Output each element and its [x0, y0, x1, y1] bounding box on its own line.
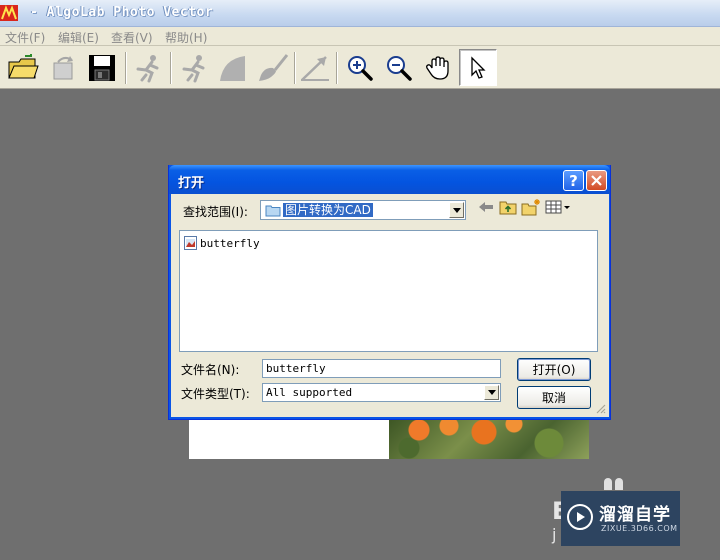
run-button[interactable] [130, 50, 166, 86]
zoom-out-button[interactable] [381, 50, 417, 86]
resize-grip-icon[interactable] [595, 403, 606, 414]
look-in-label: 查找范围(I): [183, 205, 248, 219]
open-button[interactable] [5, 50, 41, 86]
open-folder-icon [8, 54, 39, 79]
new-folder-button[interactable] [521, 198, 541, 216]
resize-button[interactable] [297, 50, 333, 86]
toolbar-separator [125, 52, 127, 84]
look-in-value: 图片转换为CAD [283, 203, 373, 217]
image-file-icon [184, 236, 197, 250]
rotate-button[interactable] [46, 50, 82, 86]
watermark-name: 溜溜自学 [599, 505, 671, 525]
zoom-in-icon [348, 56, 373, 81]
run-figure-icon [182, 55, 205, 83]
watermark-url: ZIXUE.3D66.COM [601, 524, 678, 533]
pan-button[interactable] [420, 50, 456, 86]
chevron-down-icon[interactable] [449, 202, 464, 218]
menu-edit[interactable]: 编辑(E) [58, 29, 99, 46]
watermark-ghost-glyph: j [552, 525, 557, 544]
dialog-title-bar[interactable]: 打开 ? [169, 165, 610, 194]
brush-button[interactable] [255, 50, 291, 86]
back-button[interactable] [476, 198, 496, 216]
folder-icon [265, 205, 281, 217]
cancel-button[interactable]: 取消 [517, 386, 591, 409]
list-item[interactable]: butterfly [184, 235, 260, 251]
file-list[interactable]: butterfly [179, 230, 598, 352]
question-mark-icon: ? [569, 171, 578, 190]
view-menu-button[interactable] [545, 198, 571, 216]
app-logo-icon [0, 3, 18, 23]
open-file-dialog: 打开 ? 查找范围(I): 图片转换为CAD butterfly 文件名(N):… [168, 165, 611, 420]
toolbar-separator [336, 52, 338, 84]
watermark-ghost-glyph [604, 478, 626, 490]
toolbar-separator [170, 52, 172, 84]
pointer-button[interactable] [459, 49, 497, 86]
fill-button[interactable] [215, 50, 251, 86]
dialog-title: 打开 [178, 176, 205, 191]
menu-bar: 文件(F) 编辑(E) 查看(V) 帮助(H) [0, 27, 720, 46]
look-in-combo[interactable]: 图片转换为CAD [260, 200, 466, 220]
zoom-out-icon [387, 56, 412, 81]
hand-pan-icon [426, 56, 449, 80]
menu-file[interactable]: 文件(F) [5, 29, 45, 46]
back-arrow-icon [479, 202, 493, 212]
open-button[interactable]: 打开(O) [517, 358, 591, 381]
dialog-body: 查找范围(I): 图片转换为CAD butterfly 文件名(N): butt… [172, 194, 609, 417]
app-title: - AlgoLab Photo Vector [30, 5, 214, 20]
resize-arrow-icon [301, 56, 329, 81]
toolbar [0, 46, 720, 89]
play-circle-icon [567, 504, 593, 530]
new-folder-icon [521, 199, 540, 216]
toolbar-separator [294, 52, 296, 84]
menu-help[interactable]: 帮助(H) [165, 29, 207, 46]
pointer-arrow-icon [471, 55, 486, 79]
canvas-vectorized-image [389, 418, 589, 459]
app-title-bar: - AlgoLab Photo Vector [0, 0, 720, 27]
filetype-combo[interactable]: All supported [262, 383, 501, 402]
up-folder-icon [499, 201, 517, 215]
zoom-in-button[interactable] [342, 50, 378, 86]
up-folder-button[interactable] [498, 198, 518, 216]
watermark-badge: 溜溜自学 ZIXUE.3D66.COM [561, 491, 680, 546]
filetype-label: 文件类型(T): [181, 387, 250, 401]
filename-input[interactable]: butterfly [262, 359, 501, 378]
run-all-button[interactable] [176, 50, 212, 86]
fill-shape-icon [220, 56, 245, 81]
save-button[interactable] [84, 50, 120, 86]
view-menu-icon [545, 200, 570, 214]
brush-icon [259, 54, 289, 81]
filename-label: 文件名(N): [181, 363, 240, 377]
rotate-icon [53, 56, 73, 80]
filetype-value: All supported [266, 386, 353, 399]
chevron-down-icon[interactable] [484, 385, 499, 400]
canvas-original-image [189, 418, 389, 459]
help-button[interactable]: ? [563, 170, 584, 191]
file-name-label: butterfly [200, 236, 260, 250]
close-icon [591, 175, 602, 186]
save-disk-icon [89, 55, 115, 81]
menu-view[interactable]: 查看(V) [111, 29, 153, 46]
run-figure-icon [136, 55, 159, 83]
close-button[interactable] [586, 170, 607, 191]
